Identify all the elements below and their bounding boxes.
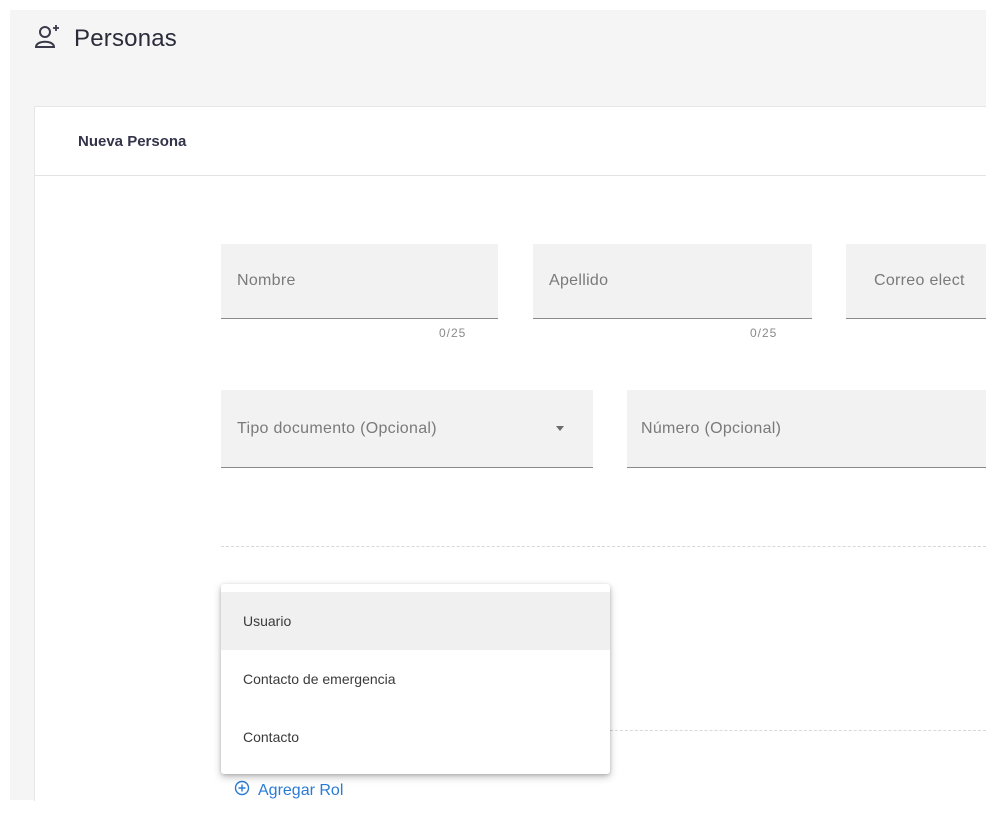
nombre-label: Nombre (237, 272, 296, 289)
menu-item-contacto-emergencia[interactable]: Contacto de emergencia (221, 650, 610, 708)
role-dropdown-menu: Usuario Contacto de emergencia Contacto (221, 584, 610, 774)
card-title: Nueva Persona (35, 107, 986, 176)
plus-circle-icon (234, 780, 258, 801)
menu-item-label: Usuario (243, 613, 292, 629)
add-role-button[interactable]: Agregar Rol (234, 780, 343, 801)
apellido-label: Apellido (549, 272, 609, 289)
chevron-down-icon (556, 426, 564, 431)
numero-label: Número (Opcional) (641, 419, 782, 437)
nombre-field[interactable]: Nombre (221, 244, 498, 319)
menu-item-usuario[interactable]: Usuario (221, 592, 610, 650)
section-divider (221, 546, 986, 547)
menu-item-label: Contacto de emergencia (243, 671, 396, 687)
correo-label: Correo elect (874, 272, 965, 289)
apellido-counter: 0/25 (750, 326, 778, 340)
section-divider (610, 730, 986, 731)
add-role-label: Agregar Rol (258, 781, 344, 799)
apellido-field[interactable]: Apellido (533, 244, 812, 319)
nombre-counter: 0/25 (439, 326, 467, 340)
menu-item-contacto[interactable]: Contacto (221, 708, 610, 766)
tipo-documento-select[interactable]: Tipo documento (Opcional) (221, 390, 593, 468)
menu-item-label: Contacto (243, 729, 300, 745)
page-title: Personas (74, 24, 177, 52)
add-person-icon (34, 22, 62, 55)
tipo-documento-label: Tipo documento (Opcional) (237, 419, 437, 437)
numero-field[interactable]: Número (Opcional) (627, 390, 986, 468)
correo-field[interactable]: Correo elect (846, 244, 986, 319)
page-header: Personas (34, 22, 177, 55)
